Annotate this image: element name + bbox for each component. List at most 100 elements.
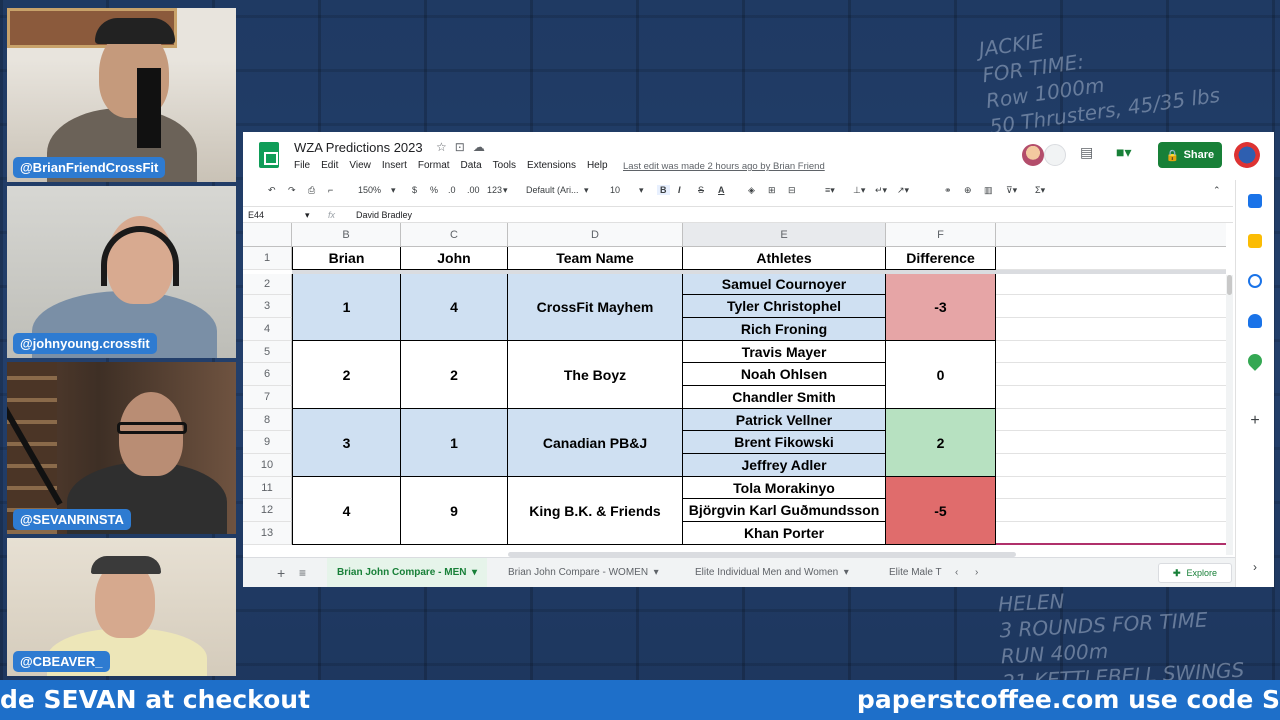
print-icon[interactable]: ⎙ [308, 185, 315, 196]
chevron-right-icon[interactable]: › [975, 558, 978, 587]
star-icon[interactable]: ☆ [436, 140, 455, 154]
empty-cell[interactable] [996, 499, 1226, 522]
decrease-decimal-button[interactable]: .0 [448, 185, 456, 195]
cell-john-rank[interactable]: 4 [401, 274, 508, 341]
merge-cells-icon[interactable]: ⊟ [788, 185, 796, 196]
collaborator-more-icon[interactable] [1044, 144, 1066, 166]
menu-extensions[interactable]: Extensions [527, 160, 576, 171]
cell-team-name[interactable]: King B.K. & Friends [508, 477, 683, 545]
link-icon[interactable]: ⚭ [944, 185, 952, 196]
row-header[interactable]: 12 [243, 499, 292, 522]
column-header-d[interactable]: D [508, 223, 683, 247]
cell-athlete[interactable]: Brent Fikowski [683, 431, 886, 454]
row-header[interactable]: 8 [243, 409, 292, 431]
account-avatar[interactable] [1234, 142, 1260, 168]
vertical-scrollbar[interactable] [1226, 275, 1233, 555]
row-header[interactable]: 11 [243, 477, 292, 499]
sheets-logo-icon[interactable] [259, 142, 279, 168]
menu-tools[interactable]: Tools [493, 160, 516, 171]
cell-athlete[interactable]: Travis Mayer [683, 341, 886, 363]
formula-input[interactable]: David Bradley [356, 210, 412, 220]
tab-elite-male[interactable]: Elite Male T [879, 558, 943, 587]
header-cell-team-name[interactable]: Team Name [508, 247, 683, 270]
cell-team-name[interactable]: The Boyz [508, 341, 683, 409]
menu-format[interactable]: Format [418, 160, 450, 171]
comment-icon[interactable]: ⊕ [964, 185, 972, 196]
functions-icon[interactable]: Σ▾ [1035, 185, 1045, 196]
row-header[interactable]: 1 [243, 247, 292, 270]
cell-team-name[interactable]: CrossFit Mayhem [508, 274, 683, 341]
calendar-icon[interactable] [1248, 194, 1262, 208]
contacts-icon[interactable] [1248, 314, 1262, 328]
last-edit-link[interactable]: Last edit was made 2 hours ago by Brian … [623, 161, 825, 172]
align-vertical-icon[interactable]: ⊥▾ [853, 185, 865, 196]
row-header[interactable]: 4 [243, 318, 292, 341]
cell-athlete[interactable]: Khan Porter [683, 522, 886, 545]
empty-cell[interactable] [996, 247, 1226, 270]
keep-icon[interactable] [1248, 234, 1262, 248]
chevron-up-icon[interactable]: ⌃ [1213, 185, 1221, 196]
menu-file[interactable]: File [294, 160, 310, 171]
cell-difference[interactable]: 2 [886, 409, 996, 477]
list-icon[interactable]: ≡ [299, 558, 306, 587]
cell-athlete[interactable]: Jeffrey Adler [683, 454, 886, 477]
tab-elite-individual[interactable]: Elite Individual Men and Women ▾ [685, 558, 859, 587]
empty-cell[interactable] [996, 431, 1226, 454]
name-box[interactable]: E44 [248, 210, 264, 220]
percent-button[interactable]: % [430, 185, 438, 195]
cell-athlete[interactable]: Chandler Smith [683, 386, 886, 409]
column-header-b[interactable]: B [292, 223, 401, 247]
cell-athlete[interactable]: Noah Ohlsen [683, 363, 886, 386]
column-header-g[interactable] [996, 223, 1226, 247]
column-header-e[interactable]: E [683, 223, 886, 247]
currency-button[interactable]: $ [412, 185, 417, 195]
fill-color-icon[interactable]: ◈ [748, 185, 755, 196]
bold-button[interactable]: B [657, 185, 670, 195]
cell-john-rank[interactable]: 9 [401, 477, 508, 545]
cell-brian-rank[interactable]: 1 [292, 274, 401, 341]
paint-format-icon[interactable]: ⌐ [328, 185, 333, 195]
cell-athlete[interactable]: Tyler Christophel [683, 295, 886, 318]
align-horizontal-icon[interactable]: ≡▾ [825, 185, 835, 196]
header-cell-john[interactable]: John [401, 247, 508, 270]
cell-difference[interactable]: 0 [886, 341, 996, 409]
chevron-left-icon[interactable]: ‹ [955, 558, 958, 587]
empty-cell[interactable] [996, 454, 1226, 477]
redo-icon[interactable]: ↷ [288, 185, 296, 196]
increase-decimal-button[interactable]: .00 [467, 185, 480, 195]
filter-icon[interactable]: ⊽▾ [1006, 185, 1017, 196]
empty-cell[interactable] [996, 363, 1226, 386]
explore-button[interactable]: ✚ Explore [1158, 563, 1232, 583]
empty-cell[interactable] [996, 522, 1226, 545]
collaborator-avatar[interactable] [1022, 144, 1044, 166]
cell-difference[interactable]: -5 [886, 477, 996, 545]
empty-cell[interactable] [996, 386, 1226, 409]
cell-team-name[interactable]: Canadian PB&J [508, 409, 683, 477]
text-color-button[interactable]: A [718, 185, 725, 195]
select-all-corner[interactable] [243, 223, 292, 247]
cell-john-rank[interactable]: 1 [401, 409, 508, 477]
tasks-icon[interactable] [1248, 274, 1262, 288]
row-header[interactable]: 9 [243, 431, 292, 454]
zoom-select[interactable]: 150% [358, 185, 381, 195]
cell-athlete[interactable]: Rich Froning [683, 318, 886, 341]
number-format-select[interactable]: 123 [487, 185, 502, 195]
font-select[interactable]: Default (Ari... [526, 185, 579, 195]
cell-athlete[interactable]: Björgvin Karl Guðmundsson [683, 499, 886, 522]
plus-icon[interactable]: + [277, 558, 285, 587]
add-addon-icon[interactable]: + [1248, 413, 1262, 429]
column-header-c[interactable]: C [401, 223, 508, 247]
tab-brian-john-compare-women[interactable]: Brian John Compare - WOMEN ▾ [498, 558, 669, 587]
menu-insert[interactable]: Insert [382, 160, 407, 171]
empty-cell[interactable] [996, 318, 1226, 341]
maps-icon[interactable] [1245, 351, 1265, 371]
share-button[interactable]: 🔒 Share [1158, 142, 1222, 168]
menu-help[interactable]: Help [587, 160, 608, 171]
cell-difference[interactable]: -3 [886, 274, 996, 341]
empty-cell[interactable] [996, 274, 1226, 295]
cell-john-rank[interactable]: 2 [401, 341, 508, 409]
row-header[interactable]: 7 [243, 386, 292, 409]
folder-icon[interactable]: ⊡ [455, 140, 473, 154]
document-title[interactable]: WZA Predictions 2023 [294, 140, 423, 155]
cloud-icon[interactable]: ☁ [473, 140, 493, 154]
